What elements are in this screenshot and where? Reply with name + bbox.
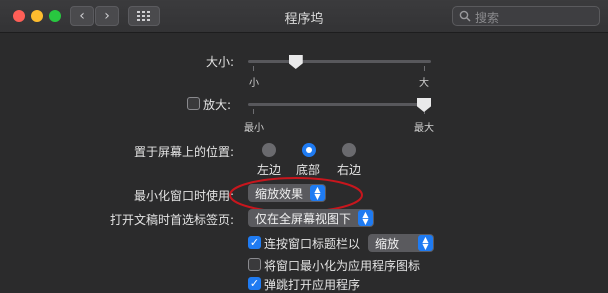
- magnification-slider-track[interactable]: [248, 103, 431, 106]
- animate-opening-checkbox[interactable]: ✓: [248, 277, 261, 290]
- search-placeholder: 搜索: [475, 11, 500, 25]
- magnification-tick-min: [253, 109, 254, 114]
- magnification-min-label: 最小: [244, 123, 264, 134]
- prefer-tabs-label: 打开文稿时首选标签页:: [109, 213, 234, 227]
- search-icon: [459, 10, 471, 22]
- magnification-checkbox[interactable]: [187, 97, 200, 110]
- minimize-effect-label: 最小化窗口时使用:: [133, 189, 234, 203]
- magnification-max-label: 最大: [414, 123, 434, 134]
- magnification-slider-thumb[interactable]: [417, 98, 431, 112]
- updown-arrows-icon: ▲ ▼: [358, 210, 373, 226]
- size-tick-max: [424, 66, 425, 71]
- size-tick-min: [253, 66, 254, 71]
- size-min-label: 小: [249, 78, 259, 89]
- minimize-to-icon-label: 将窗口最小化为应用程序图标: [264, 259, 421, 273]
- magnification-label: 放大:: [203, 98, 232, 112]
- double-click-label: 连按窗口标题栏以: [264, 237, 361, 251]
- double-click-checkbox[interactable]: ✓: [248, 236, 261, 249]
- minimize-to-icon-checkbox[interactable]: [248, 258, 261, 271]
- position-right-radio[interactable]: [342, 143, 356, 157]
- position-bottom-radio[interactable]: [302, 143, 316, 157]
- size-label: 大小:: [205, 55, 234, 69]
- prefer-tabs-value: 仅在全屏幕视图下: [255, 211, 352, 226]
- double-click-action-popup[interactable]: 缩放 ▲ ▼: [368, 234, 434, 252]
- position-left-radio[interactable]: [262, 143, 276, 157]
- size-slider-track[interactable]: [248, 60, 431, 63]
- size-slider-thumb[interactable]: [288, 55, 303, 69]
- position-label: 置于屏幕上的位置:: [133, 145, 234, 159]
- double-click-action-value: 缩放: [375, 236, 400, 251]
- animate-opening-label: 弹跳打开应用程序: [264, 278, 361, 292]
- search-field[interactable]: 搜索: [452, 6, 600, 26]
- size-max-label: 大: [419, 78, 429, 89]
- updown-arrows-icon: ▲ ▼: [418, 235, 433, 251]
- prefer-tabs-popup[interactable]: 仅在全屏幕视图下 ▲ ▼: [248, 209, 374, 227]
